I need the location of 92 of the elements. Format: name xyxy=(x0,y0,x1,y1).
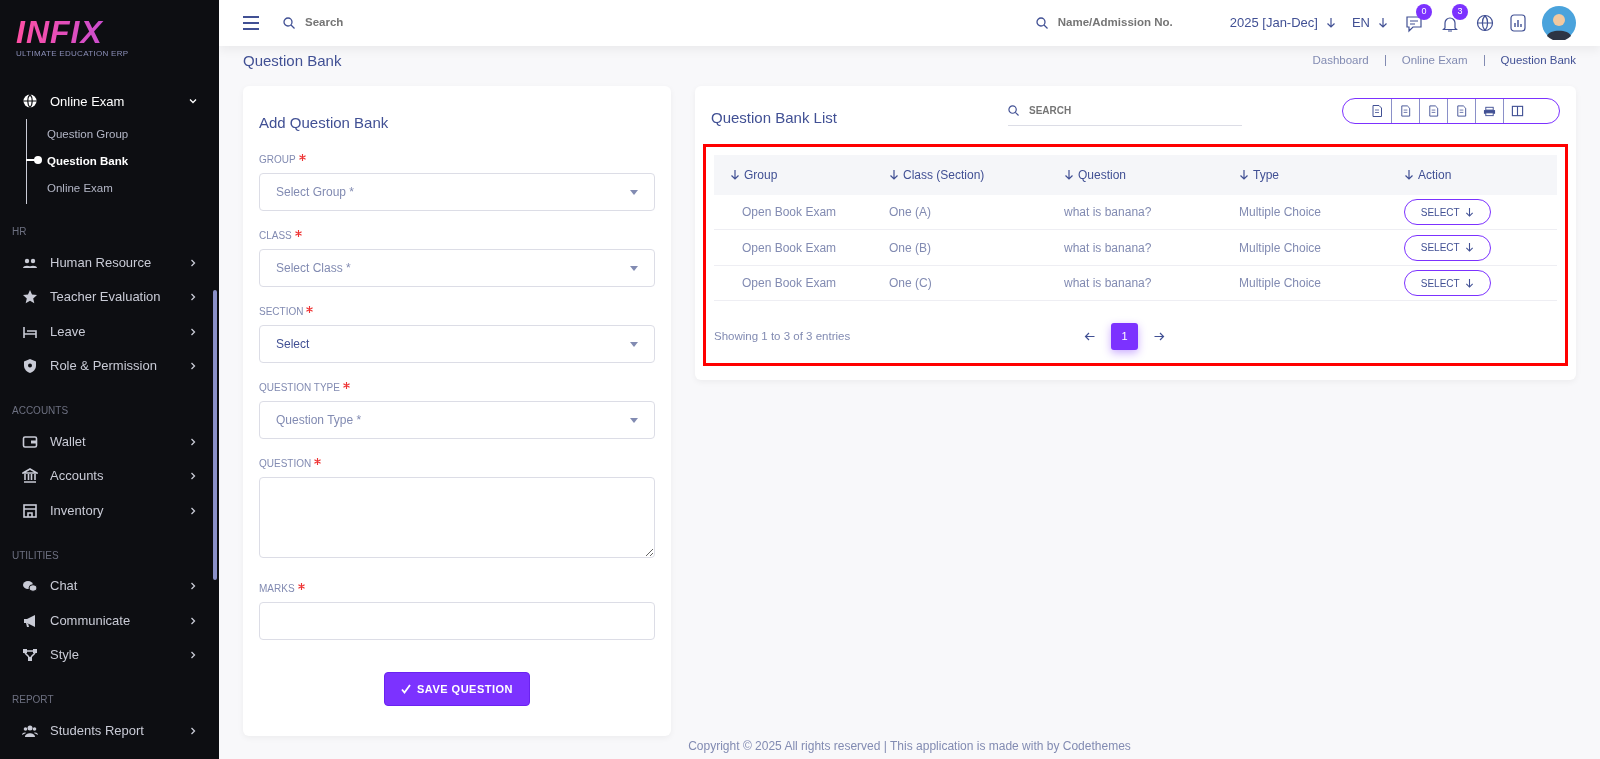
sidebar-item[interactable]: Wallet xyxy=(50,431,86,452)
sidebar-item[interactable]: Online Exam xyxy=(50,91,125,111)
table-cell: Multiple Choice xyxy=(1239,240,1322,255)
wallet-icon xyxy=(22,433,38,450)
table-cell: One (C) xyxy=(889,276,932,291)
submenu-item[interactable]: Question Bank xyxy=(27,147,219,175)
globe-icon[interactable] xyxy=(1476,13,1494,32)
logo-tagline: ULTIMATE EDUCATION ERP xyxy=(16,48,130,60)
previous-page-icon[interactable] xyxy=(1084,330,1095,342)
arrow-down-icon xyxy=(1239,169,1249,181)
table-cell: Open Book Exam xyxy=(742,240,837,255)
megaphone-icon xyxy=(22,612,38,629)
message-icon[interactable] xyxy=(1404,13,1424,34)
select-dropdown-button[interactable]: SELECT xyxy=(1404,234,1491,261)
select-field[interactable]: Question Type * xyxy=(259,401,655,440)
avatar-icon[interactable] xyxy=(1542,5,1576,40)
table-cell: Open Book Exam xyxy=(742,276,837,291)
sidebar-section-title: HR xyxy=(11,225,28,240)
sidebar-section-title: UTILITIES xyxy=(11,548,60,563)
submenu-item[interactable]: Online Exam xyxy=(27,175,219,203)
arrow-down-icon xyxy=(1465,277,1475,288)
sidebar-item[interactable]: Style xyxy=(50,645,79,665)
entries-info: Showing 1 to 3 of 3 entries xyxy=(714,328,852,344)
sidebar-item[interactable]: Students Report xyxy=(50,720,144,741)
column-header[interactable]: Question xyxy=(1078,165,1127,184)
arrow-down-icon xyxy=(1465,206,1475,217)
field-label: QUESTION xyxy=(259,458,312,470)
store-icon xyxy=(22,502,38,519)
page-title: Question Bank xyxy=(243,50,342,71)
shield-icon xyxy=(22,358,38,374)
arrow-down-icon xyxy=(730,169,740,181)
sidebar-item[interactable]: Role & Permission xyxy=(50,356,157,376)
table-cell: what is banana? xyxy=(1064,240,1152,255)
sidebar-item[interactable]: Communicate xyxy=(50,610,131,631)
table-cell: One (B) xyxy=(889,240,931,255)
footer-text: Copyright © 2025 All rights reserved | This application is made with by Codethemes xyxy=(688,739,1131,754)
list-title: Question Bank List xyxy=(711,107,837,128)
session-dropdown[interactable]: 2025 [Jan-Dec] xyxy=(1229,13,1318,33)
search-icon xyxy=(283,16,295,29)
table-cell: what is banana? xyxy=(1064,276,1152,291)
sidebar-section-title: REPORT xyxy=(11,693,55,708)
bank-icon xyxy=(22,468,38,484)
arrow-down-icon xyxy=(889,169,899,181)
table-cell: what is banana? xyxy=(1064,205,1152,220)
arrow-down-icon xyxy=(1325,17,1336,29)
field-label: CLASS xyxy=(259,230,292,242)
select-dropdown-button[interactable]: SELECT xyxy=(1404,270,1491,297)
chat-icon xyxy=(22,578,38,594)
globe-icon xyxy=(22,93,38,110)
field-label: QUESTION TYPE xyxy=(259,382,340,394)
sidebar-section-title: ACCOUNTS xyxy=(11,404,70,419)
form-title: Add Question Bank xyxy=(259,112,390,133)
table-cell: Open Book Exam xyxy=(742,205,837,220)
page-button[interactable]: 1 xyxy=(1111,322,1138,350)
message-count: 0 xyxy=(1416,3,1432,20)
field-label: GROUP xyxy=(259,154,296,166)
arrow-down-icon xyxy=(1404,169,1414,181)
select-dropdown-button[interactable]: SELECT xyxy=(1404,199,1491,226)
sidebar-item[interactable]: Chat xyxy=(50,576,78,596)
chart-icon[interactable] xyxy=(1510,13,1526,32)
table-cell: Multiple Choice xyxy=(1239,205,1322,220)
select-field[interactable]: Select xyxy=(259,325,655,364)
select-field[interactable]: Select Class * xyxy=(259,249,655,288)
sidebar-item[interactable]: Human Resource xyxy=(50,252,152,273)
sidebar-item[interactable]: Leave xyxy=(50,321,86,342)
table-cell: One (A) xyxy=(889,205,931,220)
column-header[interactable]: Action xyxy=(1418,165,1452,184)
menu-icon[interactable] xyxy=(243,15,259,30)
scrollbar-thumb[interactable] xyxy=(213,290,217,580)
sidebar-item[interactable]: Accounts xyxy=(50,466,104,486)
breadcrumb-link[interactable]: Question Bank xyxy=(1500,52,1576,70)
sidebar-item[interactable]: Inventory xyxy=(50,500,104,521)
arrow-down-icon xyxy=(1064,169,1074,181)
field-label: MARKS xyxy=(259,582,295,594)
sidebar-item[interactable]: Teacher Evaluation xyxy=(50,287,161,307)
star-icon xyxy=(22,289,38,305)
marks-field[interactable] xyxy=(259,601,655,640)
submenu-item[interactable]: Question Group xyxy=(27,120,219,148)
save-button[interactable]: SAVE QUESTION xyxy=(383,671,531,707)
language-dropdown[interactable]: EN xyxy=(1351,13,1370,33)
search-icon xyxy=(1008,104,1019,116)
notification-count: 3 xyxy=(1452,3,1468,20)
column-header[interactable]: Class (Section) xyxy=(903,165,985,184)
next-page-icon[interactable] xyxy=(1154,330,1165,342)
table-cell: Multiple Choice xyxy=(1239,276,1322,291)
arrow-down-icon xyxy=(1465,242,1475,253)
checkmark-icon xyxy=(400,683,411,694)
field-label: SECTION xyxy=(259,306,304,318)
column-header[interactable]: Group xyxy=(744,165,778,184)
search-icon xyxy=(1035,16,1048,29)
arrow-down-icon xyxy=(1378,17,1388,29)
column-header[interactable]: Type xyxy=(1253,165,1279,184)
